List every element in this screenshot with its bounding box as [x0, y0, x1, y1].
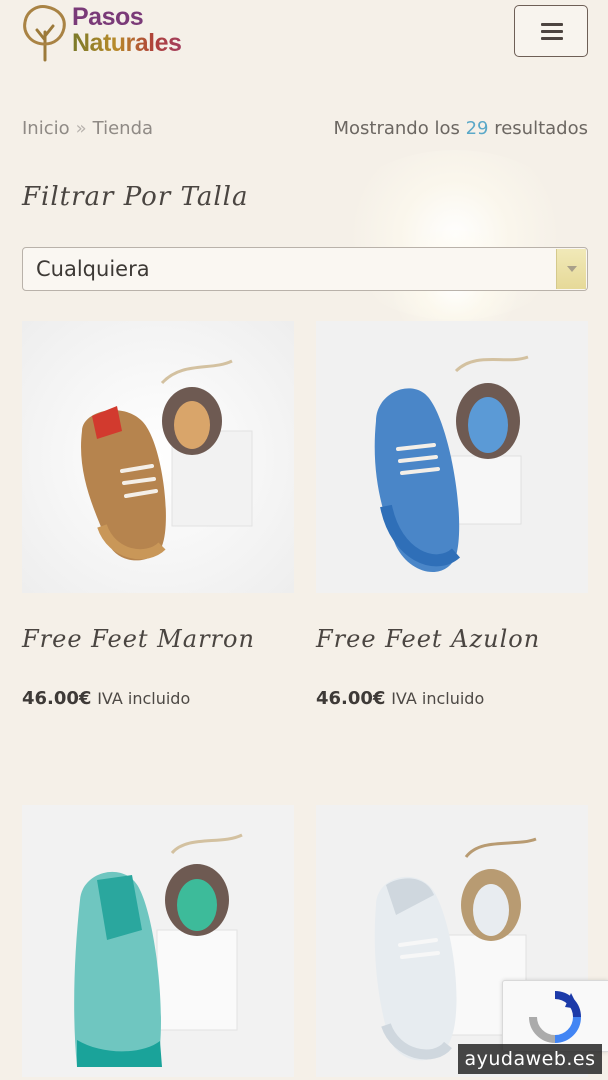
tax-label: IVA incluido	[97, 689, 191, 708]
site-header: Pasos Naturales	[0, 0, 608, 80]
size-filter-value: Cualquiera	[36, 257, 150, 281]
logo-text-line2: Naturales	[72, 29, 182, 57]
results-number: 29	[465, 118, 489, 139]
shoe-image	[22, 805, 294, 1077]
product-title[interactable]: Free Feet Marron	[22, 625, 255, 653]
size-filter-select[interactable]: Cualquiera	[22, 247, 588, 291]
chevron-down-icon[interactable]	[556, 249, 586, 289]
product-title[interactable]: Free Feet Azulon	[316, 625, 540, 653]
results-count: Mostrando los 29 resultados	[333, 118, 588, 139]
price-amount: 46.00€	[316, 688, 386, 709]
product-image[interactable]	[316, 321, 588, 593]
site-logo[interactable]: Pasos Naturales	[20, 2, 220, 66]
product-price: 46.00€ IVA incluido	[22, 688, 190, 709]
product-price: 46.00€ IVA incluido	[316, 688, 484, 709]
breadcrumb-home-link[interactable]: Inicio	[22, 118, 70, 139]
tax-label: IVA incluido	[391, 689, 485, 708]
hamburger-icon-line	[541, 30, 563, 33]
logo-text-line1: Pasos	[72, 3, 144, 31]
breadcrumb-current: Tienda	[92, 118, 154, 139]
hamburger-icon-line	[541, 37, 563, 40]
product-image[interactable]	[22, 321, 294, 593]
breadcrumb: Inicio» Tienda	[22, 118, 153, 139]
watermark: ayudaweb.es	[458, 1044, 602, 1074]
results-suffix: resultados	[494, 118, 588, 139]
results-prefix: Mostrando los	[333, 118, 460, 139]
shoe-image	[316, 321, 588, 593]
hamburger-icon	[541, 23, 563, 26]
tree-logo-icon	[23, 5, 66, 62]
shoe-image	[22, 321, 294, 593]
recaptcha-icon	[529, 991, 581, 1043]
breadcrumb-separator: »	[75, 118, 87, 139]
filter-title: Filtrar Por Talla	[22, 182, 249, 212]
product-image[interactable]	[22, 805, 294, 1077]
recaptcha-badge[interactable]	[502, 980, 608, 1052]
price-amount: 46.00€	[22, 688, 92, 709]
menu-button[interactable]	[514, 5, 588, 57]
